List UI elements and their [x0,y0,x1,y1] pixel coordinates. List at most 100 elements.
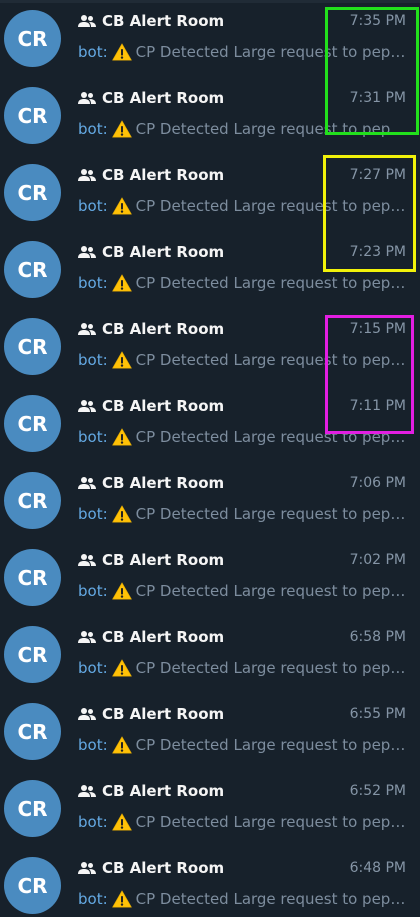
chat-title: CB Alert Room [102,12,225,30]
message-preview: bot: CP Detected Large request to peplin… [78,657,406,679]
group-icon [78,15,96,27]
preview-text: CP Detected Large request to peplink [135,890,406,908]
warning-icon [111,582,132,600]
sender-name: bot: [78,351,108,369]
sender-name: bot: [78,197,108,215]
warning-icon [111,428,132,446]
avatar: CR [4,549,61,606]
preview-text: CP Detected Large request to peplink [135,582,406,600]
sender-name: bot: [78,582,108,600]
warning-icon [111,659,132,677]
sender-name: bot: [78,43,108,61]
sender-name: bot: [78,428,108,446]
chat-row[interactable]: CR CB Alert Room 7:23 PM bot: CP Detecte… [0,229,420,306]
chat-row[interactable]: CR CB Alert Room 7:31 PM bot: CP Detecte… [0,75,420,152]
chat-title-line: CB Alert Room [78,473,224,493]
warning-icon [111,274,132,292]
message-preview: bot: CP Detected Large request to peplin… [78,888,406,910]
chat-row[interactable]: CR CB Alert Room 7:35 PM bot: CP Detecte… [0,0,420,75]
preview-text: CP Detected Large request to peplink [135,813,406,831]
message-preview: bot: CP Detected Large request to peplin… [78,734,406,756]
chat-row[interactable]: CR CB Alert Room 6:52 PM bot: CP Detecte… [0,768,420,845]
preview-text: CP Detected Large request to peplink [135,197,406,215]
group-icon [78,708,96,720]
group-icon [78,169,96,181]
chat-time: 7:35 PM [349,13,406,29]
chat-title-line: CB Alert Room [78,550,224,570]
chat-title: CB Alert Room [102,705,225,723]
chat-time: 6:58 PM [349,629,406,645]
chat-row[interactable]: CR CB Alert Room 7:11 PM bot: CP Detecte… [0,383,420,460]
chat-row[interactable]: CR CB Alert Room 7:15 PM bot: CP Detecte… [0,306,420,383]
chat-title-line: CB Alert Room [78,88,224,108]
chat-list: CR CB Alert Room 7:35 PM bot: CP Detecte… [0,0,420,917]
chat-title: CB Alert Room [102,628,225,646]
warning-icon [111,120,132,138]
chat-time: 7:02 PM [349,552,406,568]
avatar: CR [4,164,61,221]
chat-title: CB Alert Room [102,320,225,338]
chat-time: 6:48 PM [349,860,406,876]
preview-text: CP Detected Large request to peplink [135,505,406,523]
sender-name: bot: [78,120,108,138]
chat-title: CB Alert Room [102,89,225,107]
chat-title: CB Alert Room [102,551,225,569]
group-icon [78,477,96,489]
group-icon [78,554,96,566]
chat-row[interactable]: CR CB Alert Room 7:02 PM bot: CP Detecte… [0,537,420,614]
sender-name: bot: [78,274,108,292]
group-icon [78,862,96,874]
preview-text: CP Detected Large request to peplink [135,120,406,138]
avatar: CR [4,857,61,914]
chat-row[interactable]: CR CB Alert Room 6:58 PM bot: CP Detecte… [0,614,420,691]
message-preview: bot: CP Detected Large request to peplin… [78,41,406,63]
avatar: CR [4,703,61,760]
chat-title-line: CB Alert Room [78,396,224,416]
group-icon [78,323,96,335]
message-preview: bot: CP Detected Large request to peplin… [78,195,406,217]
chat-row[interactable]: CR CB Alert Room 7:27 PM bot: CP Detecte… [0,152,420,229]
chat-time: 7:11 PM [349,398,406,414]
sender-name: bot: [78,505,108,523]
sender-name: bot: [78,813,108,831]
warning-icon [111,505,132,523]
avatar: CR [4,87,61,144]
warning-icon [111,890,132,908]
preview-text: CP Detected Large request to peplink [135,351,406,369]
chat-title-line: CB Alert Room [78,627,224,647]
preview-text: CP Detected Large request to peplink [135,736,406,754]
message-preview: bot: CP Detected Large request to peplin… [78,426,406,448]
avatar: CR [4,318,61,375]
chat-title-line: CB Alert Room [78,242,224,262]
message-preview: bot: CP Detected Large request to peplin… [78,118,406,140]
chat-time: 6:55 PM [349,706,406,722]
warning-icon [111,43,132,61]
chat-time: 7:31 PM [349,90,406,106]
preview-text: CP Detected Large request to peplink [135,43,406,61]
chat-title-line: CB Alert Room [78,858,224,878]
chat-row[interactable]: CR CB Alert Room 6:48 PM bot: CP Detecte… [0,845,420,917]
chat-time: 7:23 PM [349,244,406,260]
sender-name: bot: [78,890,108,908]
chat-title: CB Alert Room [102,243,225,261]
group-icon [78,246,96,258]
preview-text: CP Detected Large request to peplink [135,428,406,446]
group-icon [78,400,96,412]
preview-text: CP Detected Large request to peplink [135,659,406,677]
chat-title-line: CB Alert Room [78,319,224,339]
sender-name: bot: [78,659,108,677]
avatar: CR [4,780,61,837]
chat-title-line: CB Alert Room [78,11,224,31]
chat-time: 7:06 PM [349,475,406,491]
chat-row[interactable]: CR CB Alert Room 7:06 PM bot: CP Detecte… [0,460,420,537]
sender-name: bot: [78,736,108,754]
warning-icon [111,351,132,369]
chat-title: CB Alert Room [102,166,225,184]
chat-time: 6:52 PM [349,783,406,799]
chat-title: CB Alert Room [102,474,225,492]
group-icon [78,785,96,797]
chat-title-line: CB Alert Room [78,704,224,724]
group-icon [78,631,96,643]
warning-icon [111,736,132,754]
chat-row[interactable]: CR CB Alert Room 6:55 PM bot: CP Detecte… [0,691,420,768]
